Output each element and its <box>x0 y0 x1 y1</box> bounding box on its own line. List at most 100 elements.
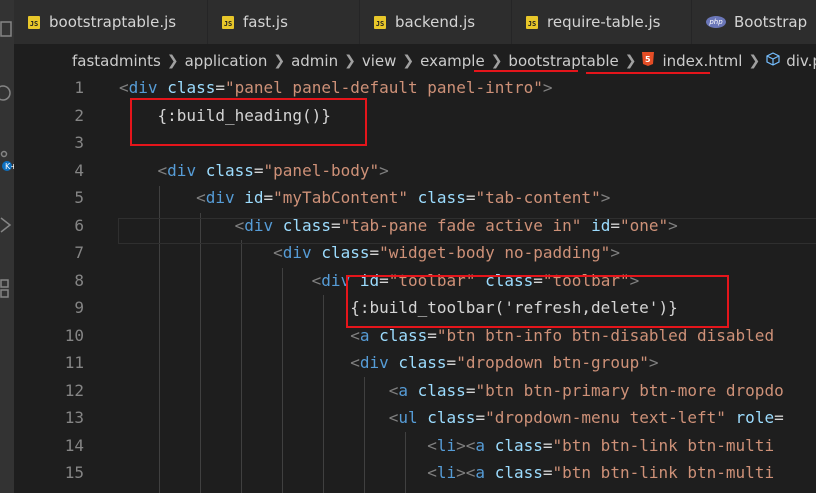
source-control-icon[interactable]: K+ <box>0 150 14 172</box>
tab-fast-js[interactable]: JS fast.js <box>208 0 360 44</box>
search-icon[interactable] <box>0 82 14 104</box>
code-token: div <box>167 160 197 180</box>
html5-icon: 5 <box>642 51 655 70</box>
code-line[interactable]: 11 <div class="dropdown btn-group"> <box>14 349 816 377</box>
code-token: >< <box>456 463 476 482</box>
tab-bootstraptable-js[interactable]: JS bootstraptable.js <box>14 0 208 44</box>
code-content: <div class="panel-body"> <box>119 157 389 185</box>
line-number: 12 <box>64 380 84 400</box>
code-token: "btn btn-link btn-multi <box>552 463 775 482</box>
breadcrumb-item[interactable]: view <box>362 52 397 70</box>
js-file-icon: JS <box>28 15 40 29</box>
breadcrumb-item[interactable]: fastadmints <box>72 52 161 70</box>
chevron-right-icon: ❯ <box>624 52 637 69</box>
code-token: "btn btn-info btn-disabled disabled <box>436 325 775 345</box>
code-line[interactable]: 13 <ul class="dropdown-menu text-left" r… <box>14 404 816 432</box>
symbol-cube-icon <box>766 51 780 70</box>
editor-tab-bar: JS bootstraptable.js JS fast.js JS backe… <box>14 0 816 44</box>
breadcrumb-item[interactable]: bootstraptable <box>508 52 618 70</box>
code-line[interactable]: 4 <div class="panel-body"> <box>14 157 816 185</box>
breadcrumb-item[interactable]: admin <box>291 52 338 70</box>
code-token: class <box>167 78 216 97</box>
line-number: 5 <box>74 188 84 207</box>
code-line[interactable]: 15 <li><a class="btn btn-link btn-multi <box>14 459 816 487</box>
code-token: = <box>215 78 225 97</box>
code-token: < <box>350 353 360 372</box>
code-token: = <box>253 160 264 180</box>
code-token: = <box>542 435 553 455</box>
code-token: div <box>205 188 235 207</box>
code-token: class <box>321 243 370 262</box>
code-token: = <box>427 325 437 345</box>
chevron-right-icon: ❯ <box>748 52 761 69</box>
code-content: <div class="dropdown btn-group"> <box>119 349 658 377</box>
tab-label: Bootstrap <box>734 13 808 31</box>
code-token: "panel-body" <box>263 160 380 180</box>
code-token: class <box>379 325 428 345</box>
run-debug-icon[interactable] <box>0 214 14 236</box>
breadcrumb-item[interactable]: index.html <box>662 52 742 70</box>
code-token: = <box>774 408 784 427</box>
tab-label: bootstraptable.js <box>49 13 177 31</box>
current-line-highlight <box>118 218 816 244</box>
code-token: class <box>417 188 466 207</box>
breadcrumb-item[interactable]: example <box>420 52 485 70</box>
line-number: 4 <box>74 160 84 180</box>
line-number: 8 <box>74 270 84 290</box>
code-token: = <box>542 463 553 482</box>
tab-backend-js[interactable]: JS backend.js <box>360 0 512 44</box>
line-number: 1 <box>74 78 84 97</box>
code-token: < <box>350 325 360 345</box>
code-token: class <box>494 463 543 482</box>
extensions-icon[interactable] <box>0 278 14 300</box>
chevron-right-icon: ❯ <box>490 52 503 69</box>
code-token: li <box>436 435 457 455</box>
code-token: "btn btn-primary btn-more dropdo <box>475 380 784 400</box>
js-file-icon: JS <box>374 15 386 29</box>
line-number: 14 <box>64 435 84 455</box>
tab-label: fast.js <box>243 13 288 31</box>
code-line[interactable]: 5 <div id="myTabContent" class="tab-cont… <box>14 184 816 212</box>
code-token: class <box>427 408 476 427</box>
code-token: = <box>446 353 457 372</box>
breadcrumb-item[interactable]: application <box>185 52 268 70</box>
tab-label: backend.js <box>395 13 476 31</box>
tab-bootstrap-php[interactable]: php Bootstrap <box>692 0 816 44</box>
code-token: class <box>494 435 543 455</box>
code-line[interactable]: 12 <a class="btn btn-primary btn-more dr… <box>14 377 816 405</box>
highlight-box-build-toolbar <box>346 275 729 328</box>
code-token: = <box>369 243 380 262</box>
code-line[interactable]: 14 <li><a class="btn btn-link btn-multi <box>14 432 816 460</box>
chevron-right-icon: ❯ <box>273 52 286 69</box>
chevron-right-icon: ❯ <box>344 52 356 69</box>
line-number: 6 <box>74 215 84 235</box>
line-number: 11 <box>64 353 84 372</box>
code-token: a <box>398 380 408 400</box>
code-token: < <box>119 78 129 97</box>
code-token: class <box>417 380 466 400</box>
files-icon[interactable] <box>0 18 14 40</box>
highlight-underline <box>474 70 578 72</box>
code-content: <ul class="dropdown-menu text-left" role… <box>119 404 784 432</box>
code-token: id <box>244 188 264 207</box>
code-token: = <box>263 188 274 207</box>
tab-require-table-js[interactable]: JS require-table.js <box>512 0 692 44</box>
breadcrumb-item[interactable]: div.panel. <box>786 52 816 70</box>
line-number: 2 <box>74 105 84 125</box>
code-token: "widget-body no-padding" <box>379 243 611 262</box>
tab-label: require-table.js <box>547 13 661 31</box>
code-token: > <box>610 243 620 262</box>
